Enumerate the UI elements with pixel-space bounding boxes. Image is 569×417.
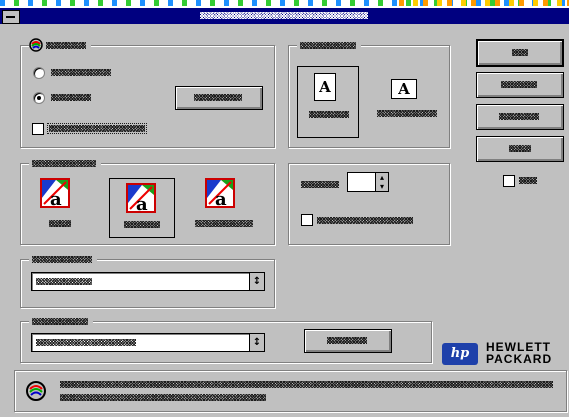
portrait-option[interactable]: A <box>297 66 359 138</box>
dropdown-2-select[interactable]: ↕ <box>31 333 265 352</box>
options-button[interactable] <box>476 104 564 130</box>
dropdown-2-group: ↕ <box>20 316 432 363</box>
quality-option-2-radio[interactable] <box>33 92 45 104</box>
side-checkbox[interactable] <box>503 175 515 187</box>
portrait-label <box>309 111 349 118</box>
font-color-a-icon[interactable]: a <box>40 178 70 208</box>
status-line-2 <box>60 394 266 401</box>
dropdown-2-button[interactable] <box>304 329 392 353</box>
media-group: a a a <box>20 158 275 245</box>
font-color-a-icon: a <box>126 183 156 213</box>
window-title <box>200 12 368 19</box>
copies-checkbox-label <box>317 217 413 224</box>
quality-option-2-label <box>51 94 91 101</box>
hp-brand: hp HEWLETT PACKARD <box>440 340 568 366</box>
dropdown-arrow-icon[interactable]: ↕ <box>249 273 264 290</box>
landscape-page-icon[interactable]: A <box>391 79 417 99</box>
svg-text:a: a <box>215 189 227 208</box>
media-item-2-frame[interactable]: a <box>109 178 175 238</box>
rainbow-c-icon <box>29 38 43 52</box>
quality-checkbox-label <box>47 123 147 134</box>
print-quality-group-label <box>29 38 91 52</box>
dropdown-arrow-icon[interactable]: ↕ <box>249 334 264 351</box>
media-item-1-label <box>49 220 71 227</box>
print-quality-group <box>20 38 275 148</box>
system-menu-icon[interactable] <box>2 10 20 24</box>
orientation-group-label <box>297 40 361 51</box>
cancel-button[interactable] <box>476 72 564 98</box>
media-item-3-label <box>195 220 253 227</box>
dropdown-1-group: ↕ <box>20 254 275 308</box>
ok-button[interactable] <box>476 39 564 67</box>
copies-spinner[interactable]: ▴ ▾ <box>347 172 389 192</box>
dropdown-1-select[interactable]: ↕ <box>31 272 265 291</box>
status-line-1 <box>60 381 553 388</box>
copies-checkbox[interactable] <box>301 214 313 226</box>
quality-checkbox[interactable] <box>32 123 44 135</box>
quality-option-1-radio[interactable] <box>33 67 45 79</box>
media-item-2-label <box>124 221 160 228</box>
copies-group: ▴ ▾ <box>288 163 450 245</box>
quality-option-1-label <box>51 69 111 76</box>
hp-logo-icon: hp <box>442 343 478 365</box>
title-decoration-2 <box>399 0 569 6</box>
rainbow-c-icon <box>26 381 46 401</box>
title-bar-body <box>0 8 569 24</box>
hp-line-2: PACKARD <box>486 352 553 366</box>
orientation-group: A A <box>288 40 450 148</box>
title-bar <box>0 0 569 24</box>
copies-label <box>301 181 339 188</box>
portrait-page-icon: A <box>314 73 336 101</box>
spinner-arrows-icon[interactable]: ▴ ▾ <box>375 173 388 191</box>
dropdown-1-label <box>29 254 97 265</box>
media-group-label <box>29 158 101 169</box>
landscape-label <box>377 110 437 117</box>
svg-text:a: a <box>136 194 148 213</box>
status-bar <box>14 370 567 412</box>
font-color-a-icon[interactable]: a <box>205 178 235 208</box>
quality-settings-button[interactable] <box>175 86 263 110</box>
svg-text:a: a <box>50 189 62 208</box>
dropdown-2-label <box>29 316 93 327</box>
hp-text: HEWLETT PACKARD <box>486 341 552 365</box>
side-checkbox-label <box>519 177 537 184</box>
help-button[interactable] <box>476 136 564 162</box>
